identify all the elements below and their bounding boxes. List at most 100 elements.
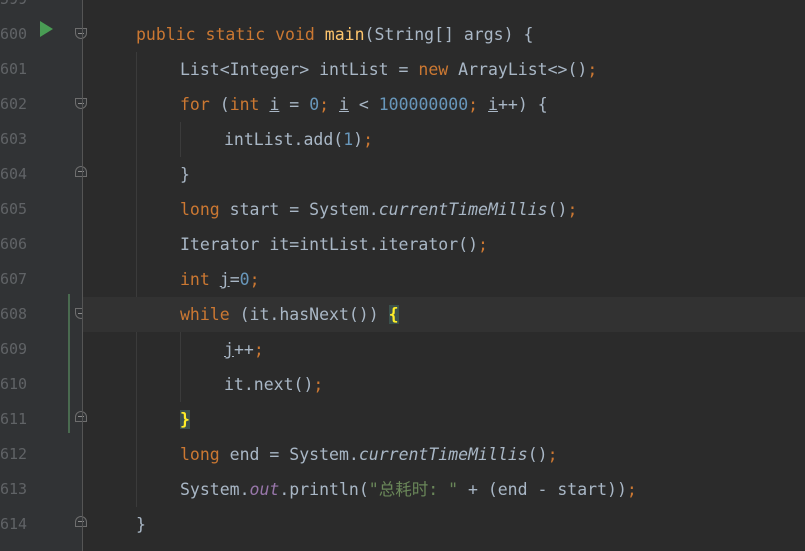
code-line[interactable]: int j=0; bbox=[83, 262, 805, 297]
token: end = System. bbox=[219, 445, 359, 464]
token: ++) { bbox=[497, 95, 548, 114]
token: ; bbox=[547, 445, 558, 464]
token: (String[] args) { bbox=[364, 25, 534, 44]
token: it.next() bbox=[224, 375, 314, 394]
token: i bbox=[339, 95, 349, 114]
code-line[interactable]: } bbox=[83, 402, 805, 437]
token: List<Integer> intList = bbox=[180, 60, 419, 79]
token: i bbox=[488, 95, 498, 114]
token: "总耗时: " bbox=[368, 480, 459, 499]
brace-match: } bbox=[180, 410, 190, 429]
token: ( bbox=[209, 95, 230, 114]
token: currentTimeMillis bbox=[358, 445, 528, 464]
code-line[interactable]: long end = System.currentTimeMillis(); bbox=[83, 437, 805, 472]
token: ) bbox=[353, 130, 364, 149]
line-number: 600 bbox=[0, 25, 28, 43]
code-line[interactable]: it.next(); bbox=[83, 367, 805, 402]
token: ; bbox=[567, 200, 578, 219]
token: out bbox=[249, 480, 280, 499]
code-line[interactable]: public static void main(String[] args) { bbox=[83, 17, 805, 52]
token: < bbox=[348, 95, 379, 114]
token: () bbox=[547, 200, 568, 219]
token: currentTimeMillis bbox=[378, 200, 548, 219]
run-gutter-icon[interactable] bbox=[40, 21, 53, 37]
token: long bbox=[180, 200, 220, 219]
line-number: 611 bbox=[0, 410, 28, 428]
token: 100000000 bbox=[378, 95, 469, 114]
token: } bbox=[136, 515, 146, 534]
line-number: 609 bbox=[0, 340, 28, 358]
code-line[interactable]: List<Integer> intList = new ArrayList<>(… bbox=[83, 52, 805, 87]
token: = bbox=[279, 95, 310, 114]
token: ; bbox=[313, 375, 324, 394]
line-number: 603 bbox=[0, 130, 28, 148]
token: 0 bbox=[309, 95, 320, 114]
token: ; bbox=[253, 340, 264, 359]
token: ArrayList<>() bbox=[448, 60, 588, 79]
line-number: 607 bbox=[0, 270, 28, 288]
token: ; bbox=[468, 95, 489, 114]
code-area[interactable]: public static void main(String[] args) {… bbox=[83, 0, 805, 551]
vcs-change-marker[interactable] bbox=[68, 294, 70, 433]
token: 0 bbox=[239, 270, 250, 289]
line-number: 604 bbox=[0, 165, 28, 183]
code-line[interactable]: long start = System.currentTimeMillis(); bbox=[83, 192, 805, 227]
token: ; bbox=[319, 95, 339, 114]
token: j bbox=[224, 340, 234, 359]
token: public bbox=[136, 25, 196, 44]
token: for bbox=[180, 95, 210, 114]
token: int bbox=[180, 270, 210, 289]
token: long bbox=[180, 445, 220, 464]
line-number: 601 bbox=[0, 60, 28, 78]
token: void bbox=[275, 25, 315, 44]
token: while bbox=[180, 305, 230, 324]
line-number: 610 bbox=[0, 375, 28, 393]
code-editor[interactable]: 599 600 601 602 603 604 605 606 607 608 … bbox=[0, 0, 805, 551]
token: + (end - start)) bbox=[458, 480, 627, 499]
code-line[interactable]: intList.add(1); bbox=[83, 122, 805, 157]
token: intList.add( bbox=[224, 130, 344, 149]
token: System. bbox=[180, 480, 250, 499]
line-number: 602 bbox=[0, 95, 28, 113]
code-line[interactable]: Iterator it=intList.iterator(); bbox=[83, 227, 805, 262]
token: new bbox=[418, 60, 449, 79]
token: () bbox=[527, 445, 548, 464]
line-number: 614 bbox=[0, 515, 28, 533]
token: Iterator it=intList.iterator() bbox=[180, 235, 479, 254]
token: ; bbox=[249, 270, 260, 289]
line-number: 608 bbox=[0, 305, 28, 323]
code-line[interactable]: System.out.println("总耗时: " + (end - star… bbox=[83, 472, 805, 507]
token: ; bbox=[478, 235, 488, 254]
code-line-current[interactable]: while (it.hasNext()) { bbox=[83, 297, 805, 332]
code-line[interactable]: } bbox=[83, 157, 805, 192]
line-number: 612 bbox=[0, 445, 28, 463]
token: ; bbox=[587, 60, 598, 79]
token: j bbox=[219, 270, 230, 289]
line-number: 605 bbox=[0, 200, 28, 218]
token: = bbox=[229, 270, 240, 289]
code-line[interactable]: for (int i = 0; i < 100000000; i++) { bbox=[83, 87, 805, 122]
code-line[interactable]: j++; bbox=[83, 332, 805, 367]
gutter[interactable]: 599 600 601 602 603 604 605 606 607 608 … bbox=[0, 0, 87, 551]
token: ++ bbox=[233, 340, 254, 359]
code-line[interactable]: } bbox=[83, 507, 805, 542]
line-number: 606 bbox=[0, 235, 28, 253]
token: int bbox=[229, 95, 260, 114]
token: (it.hasNext()) bbox=[229, 305, 389, 324]
token: .println( bbox=[279, 480, 369, 499]
token: ; bbox=[626, 480, 637, 499]
line-number: 599 bbox=[0, 0, 27, 17]
brace-match: { bbox=[388, 305, 399, 324]
token: 1 bbox=[343, 130, 354, 149]
token: i bbox=[269, 95, 280, 114]
token: } bbox=[180, 165, 190, 184]
line-number: 613 bbox=[0, 480, 28, 498]
token: start = System. bbox=[219, 200, 379, 219]
token: ; bbox=[363, 130, 374, 149]
token: static bbox=[205, 25, 266, 44]
